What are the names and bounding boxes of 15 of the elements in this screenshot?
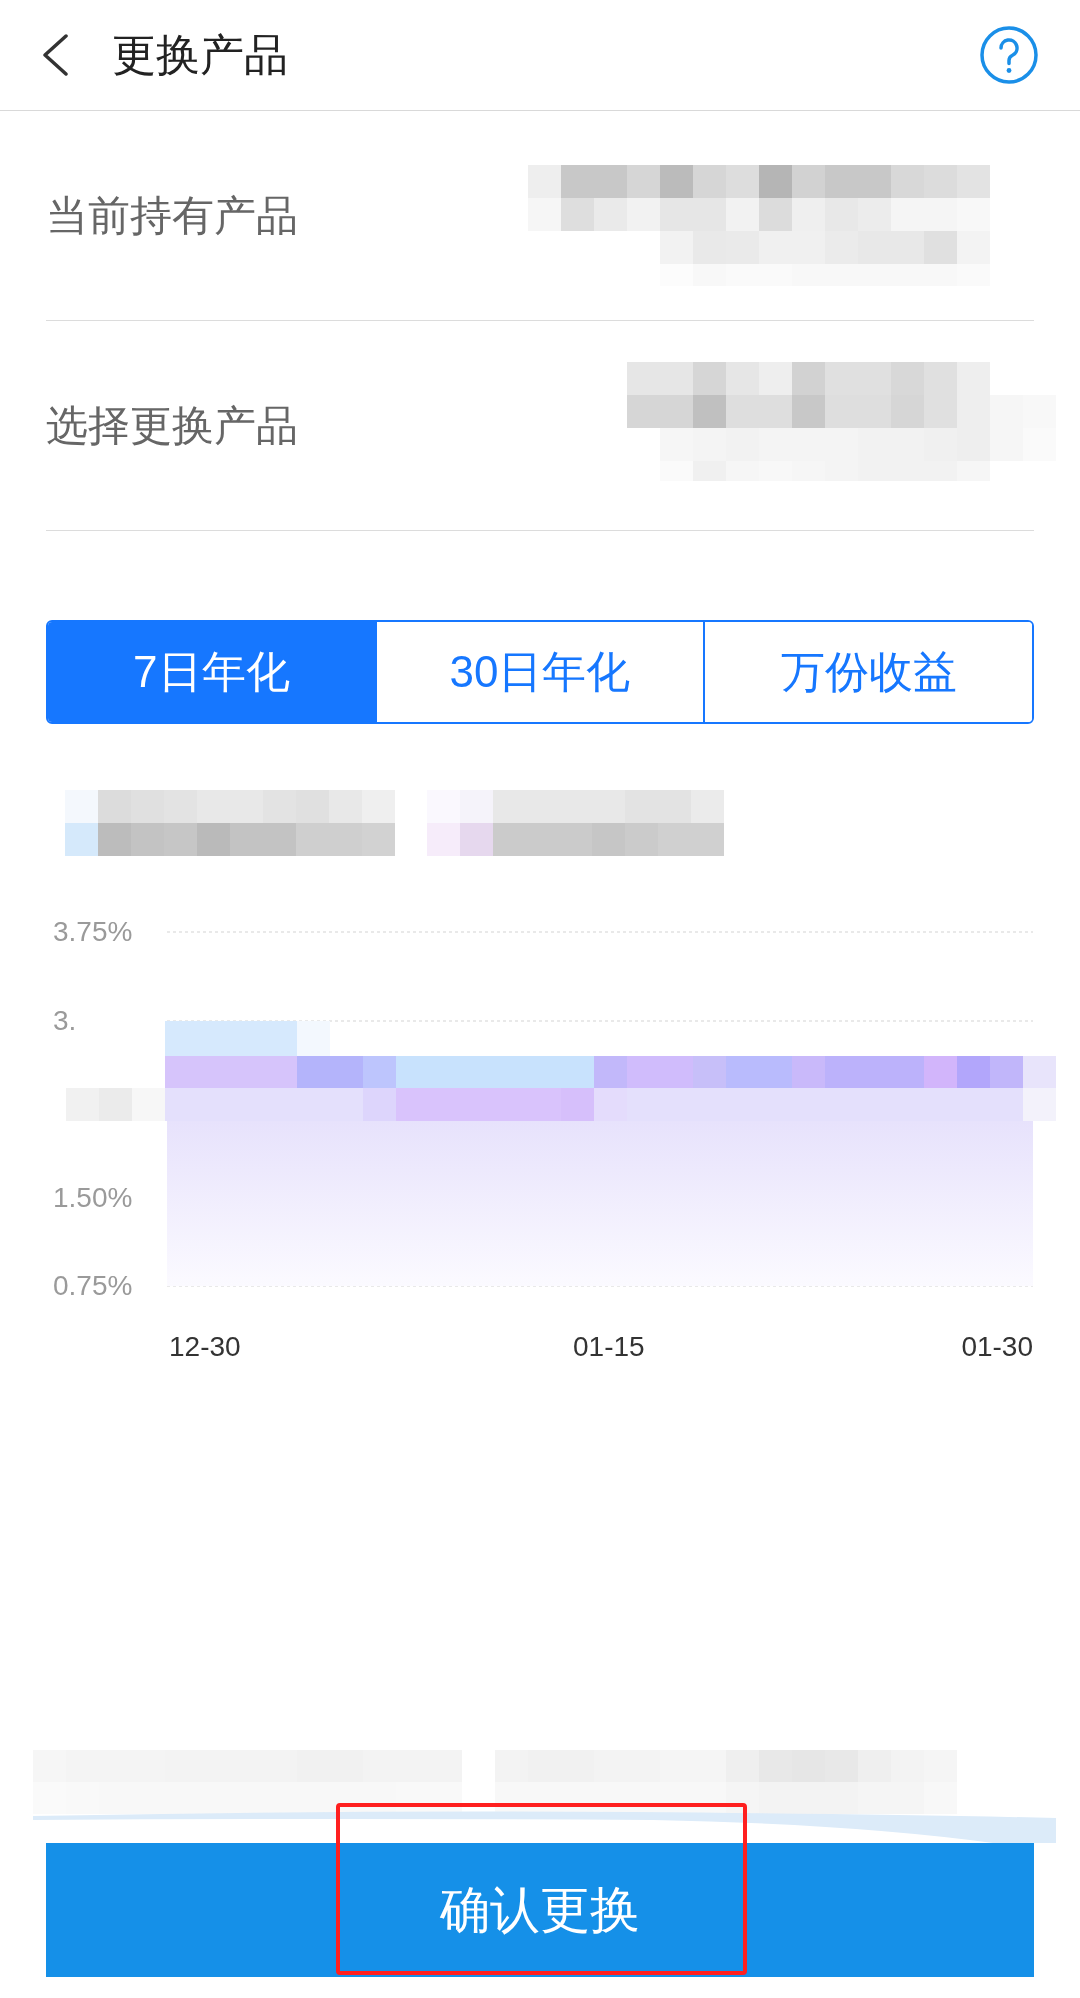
field-label: 当前持有产品 [46,194,298,237]
y-axis-label: 3. [53,1007,77,1035]
x-axis-label: 12-30 [169,1333,241,1361]
tab[interactable]: 7日年化 [48,622,375,722]
page-title: 更换产品 [112,33,288,77]
y-axis-label: 0.75% [53,1272,133,1300]
field-label: 选择更换产品 [46,404,298,447]
confirm-button[interactable]: 确认更换 [46,1843,1034,1977]
y-axis-label: 1.50% [53,1184,133,1212]
back-icon[interactable] [41,34,69,76]
x-axis-label: 01-15 [573,1333,645,1361]
help-icon[interactable] [980,26,1038,84]
x-axis-label: 01-30 [961,1333,1033,1361]
tab[interactable]: 万份收益 [703,622,1032,722]
y-axis-label: 3.75% [53,918,133,946]
